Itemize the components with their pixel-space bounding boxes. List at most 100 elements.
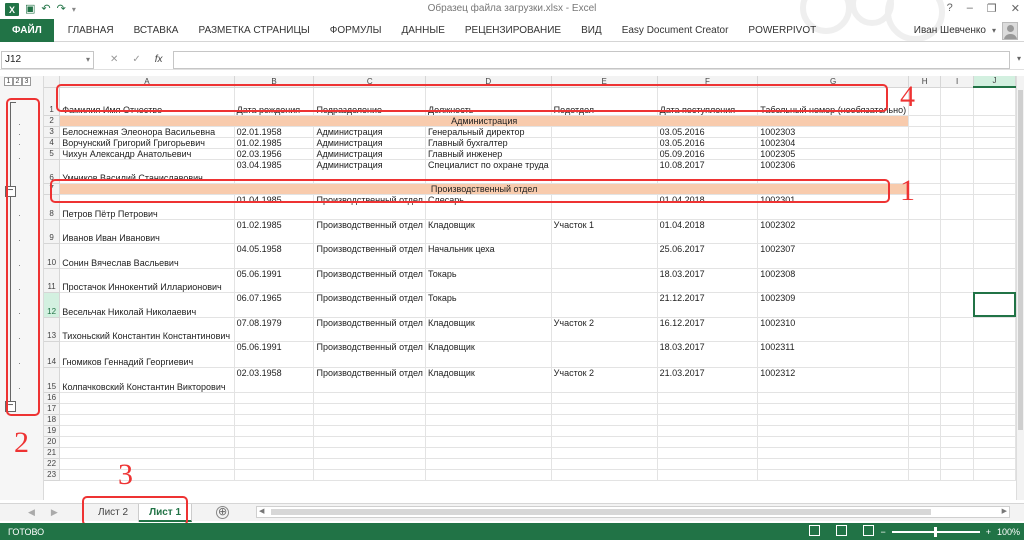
cell[interactable] <box>59 469 235 481</box>
cell[interactable] <box>940 341 974 368</box>
cell[interactable] <box>908 367 942 393</box>
cell[interactable] <box>940 219 974 244</box>
cell[interactable] <box>973 87 1017 116</box>
cell[interactable]: Главный инженер <box>425 148 552 160</box>
cell[interactable] <box>313 469 426 481</box>
cell[interactable] <box>551 469 658 481</box>
cell[interactable] <box>59 425 235 437</box>
cell[interactable] <box>973 183 1017 195</box>
cell[interactable]: Простачок Иннокентий Илларионович <box>59 268 235 293</box>
cell[interactable] <box>940 194 974 220</box>
cell[interactable]: Производственный отдел <box>313 219 426 244</box>
cell[interactable] <box>757 392 910 404</box>
cell[interactable] <box>908 414 942 426</box>
cell[interactable] <box>973 458 1017 470</box>
cell[interactable]: Участок 2 <box>551 367 658 393</box>
cell[interactable]: 03.05.2016 <box>657 126 759 138</box>
zoom-level[interactable]: 100% <box>997 527 1020 537</box>
cell[interactable]: Производственный отдел <box>313 243 426 269</box>
cell[interactable]: Производственный отдел <box>313 341 426 368</box>
cell[interactable] <box>59 458 235 470</box>
cell[interactable]: Токарь <box>425 268 552 293</box>
cell[interactable]: 18.03.2017 <box>657 268 759 293</box>
cell[interactable]: 02.03.1958 <box>234 367 315 393</box>
cell[interactable] <box>973 447 1017 459</box>
cell[interactable] <box>551 268 658 293</box>
outline-level-3-button[interactable]: 3 <box>22 77 31 86</box>
row-header[interactable]: 23 <box>44 469 61 481</box>
cell[interactable]: 06.07.1965 <box>234 292 315 318</box>
cell[interactable] <box>940 317 974 342</box>
cell[interactable] <box>973 115 1017 127</box>
cell[interactable] <box>551 403 658 415</box>
cell[interactable]: Колпачковский Константин Викторович <box>59 367 235 393</box>
cell[interactable] <box>908 292 942 318</box>
cell[interactable]: 21.03.2017 <box>657 367 759 393</box>
cell[interactable] <box>657 447 759 459</box>
scroll-right-icon[interactable]: ▶ <box>1002 507 1007 515</box>
cell[interactable]: 03.05.2016 <box>657 137 759 149</box>
cell[interactable]: Тихоньский Константин Константинович <box>59 317 235 342</box>
cell[interactable]: Кладовщик <box>425 317 552 342</box>
cell[interactable]: Ворчунский Григорий Григорьевич <box>59 137 235 149</box>
cell[interactable] <box>908 403 942 415</box>
cell[interactable] <box>313 436 426 448</box>
cell[interactable] <box>59 447 235 459</box>
cell[interactable] <box>59 414 235 426</box>
cell[interactable] <box>757 403 910 415</box>
cell[interactable] <box>59 392 235 404</box>
cell[interactable] <box>551 414 658 426</box>
cell[interactable]: 1002312 <box>757 367 910 393</box>
cell[interactable] <box>973 148 1017 160</box>
cell[interactable] <box>908 458 942 470</box>
cell[interactable]: Кладовщик <box>425 219 552 244</box>
cell[interactable] <box>940 268 974 293</box>
tab-review[interactable]: РЕЦЕНЗИРОВАНИЕ <box>455 19 571 42</box>
cell[interactable] <box>59 436 235 448</box>
cell[interactable]: 02.01.1958 <box>234 126 315 138</box>
user-account[interactable]: Иван Шевченко ▾ <box>914 19 1018 42</box>
cell[interactable] <box>908 341 942 368</box>
row-header[interactable]: 9 <box>44 219 61 244</box>
cell[interactable] <box>973 292 1017 318</box>
cell[interactable]: Производственный отдел <box>313 317 426 342</box>
close-icon[interactable]: ✕ <box>1011 2 1020 15</box>
next-sheet-icon[interactable]: ▶ <box>51 507 58 518</box>
zoom-in-icon[interactable]: + <box>986 527 991 537</box>
cell[interactable] <box>940 469 974 481</box>
chevron-down-icon[interactable]: ▾ <box>86 52 90 68</box>
zoom-slider[interactable] <box>891 526 980 537</box>
row-header[interactable]: 13 <box>44 317 61 342</box>
row-header[interactable]: 2 <box>44 115 61 127</box>
cell[interactable]: 25.06.2017 <box>657 243 759 269</box>
cell[interactable] <box>940 392 974 404</box>
cell[interactable]: Сонин Вячеслав Васльевич <box>59 243 235 269</box>
row-header[interactable]: 18 <box>44 414 61 426</box>
cell[interactable]: 01.04.2018 <box>657 219 759 244</box>
cell[interactable] <box>757 414 910 426</box>
cell[interactable]: Кладовщик <box>425 367 552 393</box>
cell[interactable] <box>908 268 942 293</box>
cell[interactable] <box>551 137 658 149</box>
zoom-out-icon[interactable]: − <box>880 527 885 537</box>
row-header[interactable]: 3 <box>44 126 61 138</box>
cell[interactable] <box>551 447 658 459</box>
cell[interactable]: Производственный отдел <box>313 268 426 293</box>
cell[interactable] <box>973 219 1017 244</box>
cell[interactable] <box>908 436 942 448</box>
cell[interactable] <box>59 403 235 415</box>
cell[interactable]: Администрация <box>313 126 426 138</box>
cell[interactable] <box>234 414 315 426</box>
cell[interactable]: 04.05.1958 <box>234 243 315 269</box>
cell[interactable] <box>940 403 974 415</box>
cell[interactable] <box>940 414 974 426</box>
cell[interactable]: 18.03.2017 <box>657 341 759 368</box>
cell[interactable] <box>973 341 1017 368</box>
cell[interactable] <box>551 243 658 269</box>
cell[interactable] <box>973 414 1017 426</box>
cell[interactable] <box>425 392 552 404</box>
page-layout-view-icon[interactable] <box>836 525 847 536</box>
cell[interactable] <box>425 458 552 470</box>
cell[interactable] <box>908 425 942 437</box>
cell[interactable] <box>908 317 942 342</box>
